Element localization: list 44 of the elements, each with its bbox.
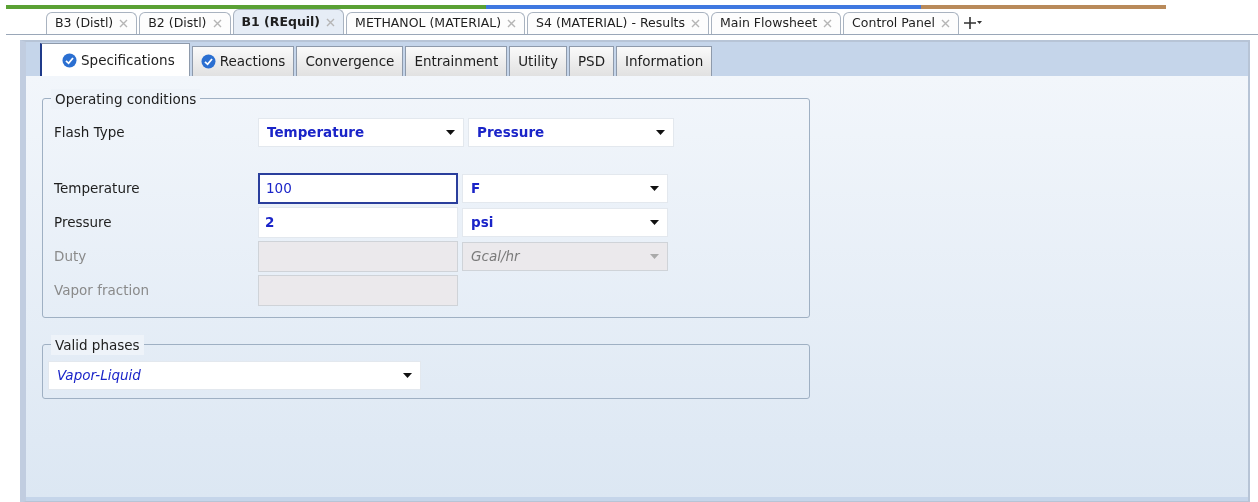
check-icon <box>200 54 216 69</box>
close-icon[interactable] <box>691 19 701 28</box>
dropdown-arrow-icon <box>650 185 659 191</box>
close-icon[interactable] <box>941 19 950 28</box>
dropdown-arrow-icon <box>446 129 455 135</box>
form-tab[interactable]: Reactions <box>191 46 295 76</box>
document-tab[interactable]: B1 (REquil) <box>232 9 345 34</box>
add-tab-icon[interactable] <box>964 16 982 30</box>
close-icon[interactable] <box>823 19 833 28</box>
close-icon[interactable] <box>507 19 517 28</box>
dropdown[interactable]: Temperature <box>258 117 464 147</box>
document-tab[interactable]: B2 (Distl) <box>139 12 231 34</box>
field-label: Duty <box>54 246 88 266</box>
input-field[interactable]: 100 <box>258 172 458 204</box>
document-tab[interactable]: S4 (MATERIAL) - Results <box>527 12 710 34</box>
document-tab[interactable]: Control Panel <box>843 12 959 34</box>
close-icon[interactable] <box>326 17 336 27</box>
group-title: Operating conditions <box>51 89 201 110</box>
check-icon <box>62 52 77 68</box>
form-tab[interactable]: PSD <box>568 46 615 76</box>
form-tab[interactable]: Specifications <box>40 43 190 76</box>
dropdown[interactable]: psi <box>462 207 668 237</box>
dropdown-arrow-icon <box>650 253 659 259</box>
close-icon[interactable] <box>212 19 222 28</box>
dropdown-arrow-icon <box>650 219 659 225</box>
field-label: Flash Type <box>54 122 126 142</box>
dropdown-arrow-icon <box>403 373 412 378</box>
document-tab[interactable]: Main Flowsheet <box>711 12 842 34</box>
group-title: Valid phases <box>51 335 144 356</box>
field-label: Temperature <box>54 178 141 198</box>
dropdown[interactable]: F <box>462 173 668 203</box>
field-label: Vapor fraction <box>54 280 150 300</box>
dropdown[interactable]: Pressure <box>468 117 674 147</box>
close-icon[interactable] <box>119 19 129 28</box>
document-tab[interactable]: METHANOL (MATERIAL) <box>346 12 526 34</box>
dropdown-arrow-icon <box>656 129 665 135</box>
field-label: Pressure <box>54 212 113 232</box>
form-tab[interactable]: Convergence <box>296 46 404 76</box>
dropdown[interactable]: Vapor-Liquid <box>48 361 421 390</box>
document-tab[interactable]: B3 (Distl) <box>46 12 138 34</box>
input-field[interactable]: 2 <box>258 206 458 238</box>
form-tab[interactable]: Information <box>616 46 713 76</box>
form-tab[interactable]: Utility <box>509 46 567 76</box>
form-tab[interactable]: Entrainment <box>405 46 508 76</box>
